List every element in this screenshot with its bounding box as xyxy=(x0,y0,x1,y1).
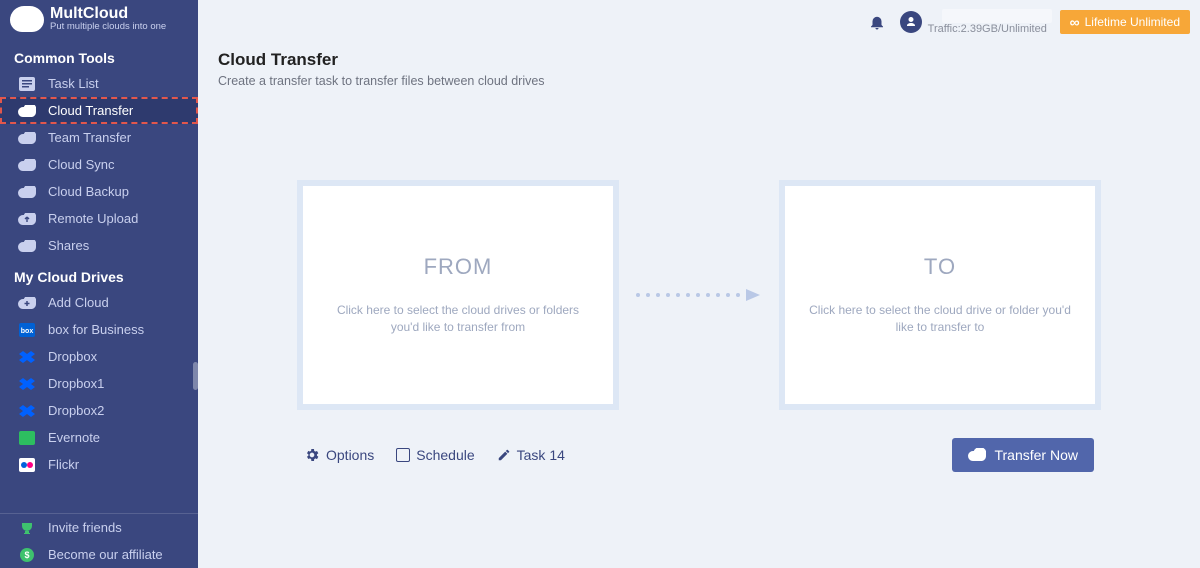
lifetime-unlimited-button[interactable]: ∞ Lifetime Unlimited xyxy=(1060,10,1190,34)
sidebar-item-cloud-transfer[interactable]: Cloud Transfer xyxy=(0,97,198,124)
page-subtitle: Create a transfer task to transfer files… xyxy=(218,74,1180,88)
sidebar-item-affiliate[interactable]: $ Become our affiliate xyxy=(0,541,198,568)
topbar: Traffic:2.39GB/Unlimited ∞ Lifetime Unli… xyxy=(198,0,1200,40)
dropbox-icon xyxy=(18,349,36,365)
sidebar-item-label: Become our affiliate xyxy=(48,547,163,562)
transfer-arrow-icon xyxy=(619,288,779,302)
main-content: Cloud Transfer Create a transfer task to… xyxy=(198,40,1200,568)
username-placeholder xyxy=(942,9,1052,23)
lifetime-label: Lifetime Unlimited xyxy=(1085,15,1180,29)
from-label: FROM xyxy=(424,254,493,280)
sidebar-item-label: Evernote xyxy=(48,430,100,445)
sidebar-item-label: Cloud Backup xyxy=(48,184,129,199)
sidebar-item-flickr[interactable]: Flickr xyxy=(0,451,198,478)
sidebar-item-dropbox2[interactable]: Dropbox2 xyxy=(0,397,198,424)
options-label: Options xyxy=(326,447,374,463)
sidebar-item-cloud-backup[interactable]: Cloud Backup xyxy=(0,178,198,205)
task-label: Task 14 xyxy=(517,447,565,463)
cloud-logo-icon xyxy=(10,6,44,32)
sidebar-item-task-list[interactable]: Task List xyxy=(0,70,198,97)
sidebar-item-label: Remote Upload xyxy=(48,211,138,226)
sidebar-item-label: Shares xyxy=(48,238,89,253)
cloud-icon xyxy=(968,448,986,462)
sidebar: MultCloud Put multiple clouds into one C… xyxy=(0,0,198,568)
brand-logo[interactable]: MultCloud Put multiple clouds into one xyxy=(0,0,198,40)
traffic-status: Traffic:2.39GB/Unlimited xyxy=(928,23,1047,35)
dropbox-icon xyxy=(18,376,36,392)
task-name-button[interactable]: Task 14 xyxy=(497,447,565,463)
svg-text:box: box xyxy=(21,328,34,335)
brand-tagline: Put multiple clouds into one xyxy=(50,22,166,32)
notifications-button[interactable] xyxy=(864,9,890,35)
infinity-icon: ∞ xyxy=(1070,14,1080,30)
to-description: Click here to select the cloud drive or … xyxy=(805,302,1075,336)
to-panel[interactable]: TO Click here to select the cloud drive … xyxy=(779,180,1101,410)
transfer-selection-row: FROM Click here to select the cloud driv… xyxy=(218,180,1180,410)
sidebar-item-dropbox1[interactable]: Dropbox1 xyxy=(0,370,198,397)
cloud-upload-icon xyxy=(18,211,36,227)
list-icon xyxy=(18,76,36,92)
page-title: Cloud Transfer xyxy=(218,50,1180,70)
checkbox-icon xyxy=(396,448,410,462)
sidebar-footer: Invite friends $ Become our affiliate xyxy=(0,513,198,568)
pencil-icon xyxy=(497,448,511,462)
sidebar-item-label: Dropbox1 xyxy=(48,376,104,391)
schedule-label: Schedule xyxy=(416,447,474,463)
dropbox-icon xyxy=(18,403,36,419)
sidebar-item-invite-friends[interactable]: Invite friends xyxy=(0,514,198,541)
account-area[interactable]: Traffic:2.39GB/Unlimited xyxy=(928,9,1060,35)
action-row: Options Schedule Task 14 Transfer Now xyxy=(218,438,1180,472)
cloud-backup-icon xyxy=(18,184,36,200)
account-button[interactable] xyxy=(898,9,924,35)
cloud-transfer-icon xyxy=(18,103,36,119)
sidebar-item-label: Cloud Sync xyxy=(48,157,114,172)
to-label: TO xyxy=(924,254,956,280)
transfer-now-button[interactable]: Transfer Now xyxy=(952,438,1094,472)
box-icon: box xyxy=(18,322,36,338)
sidebar-item-label: Dropbox xyxy=(48,349,97,364)
from-description: Click here to select the cloud drives or… xyxy=(323,302,593,336)
share-icon xyxy=(18,238,36,254)
team-transfer-icon xyxy=(18,130,36,146)
cloud-plus-icon xyxy=(18,295,36,311)
schedule-button[interactable]: Schedule xyxy=(396,447,474,463)
transfer-now-label: Transfer Now xyxy=(994,447,1078,463)
sidebar-item-add-cloud[interactable]: Add Cloud xyxy=(0,289,198,316)
sidebar-item-dropbox[interactable]: Dropbox xyxy=(0,343,198,370)
sidebar-item-label: box for Business xyxy=(48,322,144,337)
svg-text:$: $ xyxy=(24,550,29,560)
gear-icon xyxy=(304,447,320,463)
sidebar-item-label: Dropbox2 xyxy=(48,403,104,418)
sidebar-item-label: Invite friends xyxy=(48,520,122,535)
sidebar-item-cloud-sync[interactable]: Cloud Sync xyxy=(0,151,198,178)
brand-name: MultCloud xyxy=(50,6,166,22)
flickr-icon xyxy=(18,457,36,473)
sidebar-section-common: Common Tools xyxy=(0,40,198,70)
sidebar-item-shares[interactable]: Shares xyxy=(0,232,198,259)
evernote-icon xyxy=(18,430,36,446)
trophy-icon xyxy=(18,520,36,536)
sidebar-item-evernote[interactable]: Evernote xyxy=(0,424,198,451)
cloud-sync-icon xyxy=(18,157,36,173)
dollar-icon: $ xyxy=(18,547,36,563)
sidebar-item-remote-upload[interactable]: Remote Upload xyxy=(0,205,198,232)
from-panel[interactable]: FROM Click here to select the cloud driv… xyxy=(297,180,619,410)
sidebar-item-box[interactable]: box box for Business xyxy=(0,316,198,343)
sidebar-item-team-transfer[interactable]: Team Transfer xyxy=(0,124,198,151)
sidebar-item-label: Add Cloud xyxy=(48,295,109,310)
user-avatar-icon xyxy=(900,11,922,33)
sidebar-item-label: Cloud Transfer xyxy=(48,103,133,118)
sidebar-item-label: Team Transfer xyxy=(48,130,131,145)
sidebar-item-label: Flickr xyxy=(48,457,79,472)
sidebar-section-drives: My Cloud Drives xyxy=(0,259,198,289)
sidebar-item-label: Task List xyxy=(48,76,99,91)
bell-icon xyxy=(868,13,886,31)
options-button[interactable]: Options xyxy=(304,447,374,463)
